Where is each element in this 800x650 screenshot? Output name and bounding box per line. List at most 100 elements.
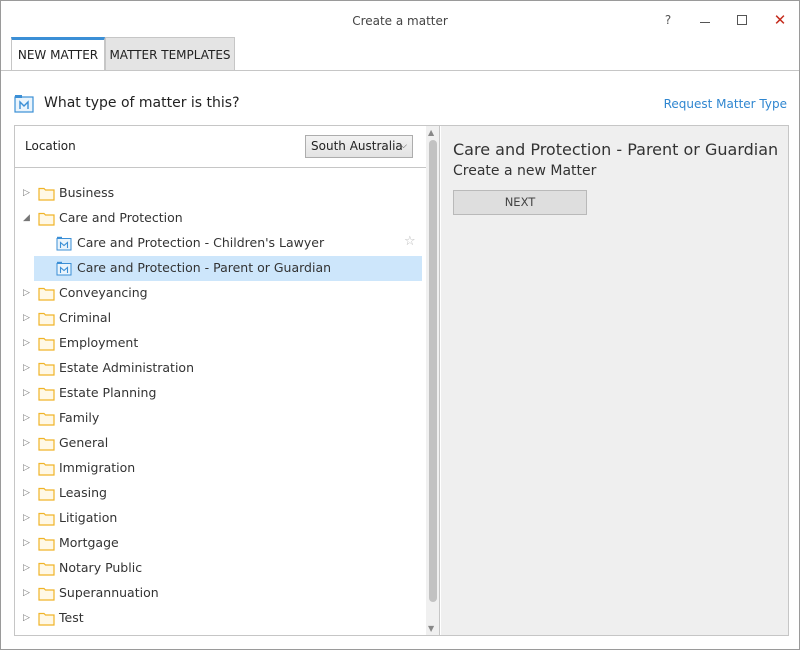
- folder-icon: [38, 386, 55, 401]
- tree-item-label: Superannuation: [59, 585, 159, 600]
- tree-matter-row[interactable]: Care and Protection - Parent or Guardian: [15, 256, 426, 281]
- selected-matter-title: Care and Protection - Parent or Guardian: [453, 140, 779, 159]
- tree-folder-row[interactable]: ▷ Litigation: [15, 506, 426, 531]
- tree-item-label: Estate Administration: [59, 360, 195, 375]
- main-panel: Location South Australia ⌵ ▷ Business ◢ Car…: [14, 125, 789, 636]
- star-icon[interactable]: ☆: [404, 234, 416, 249]
- matter-icon: [56, 236, 72, 251]
- tree-folder-row[interactable]: ▷ General: [15, 431, 426, 456]
- request-matter-type-link[interactable]: Request Matter Type: [664, 97, 787, 111]
- folder-icon: [38, 411, 55, 426]
- tree-folder-row[interactable]: ▷ Criminal: [15, 306, 426, 331]
- folder-icon: [38, 286, 55, 301]
- scroll-down-icon[interactable]: ▼: [428, 624, 434, 633]
- chevron-down-icon: ⌵: [400, 141, 407, 151]
- help-button[interactable]: ?: [656, 9, 680, 31]
- selected-matter-subtitle: Create a new Matter: [453, 163, 597, 179]
- tree-folder-row[interactable]: ▷ Family: [15, 406, 426, 431]
- expand-arrow-icon[interactable]: ▷: [23, 462, 33, 474]
- location-row: Location South Australia ⌵: [15, 126, 426, 168]
- folder-icon: [38, 486, 55, 501]
- folder-icon: [38, 461, 55, 476]
- tab-divider: [1, 70, 799, 71]
- title-bar: Create a matter ? ✕: [1, 1, 799, 37]
- expand-arrow-icon[interactable]: ▷: [23, 287, 33, 299]
- tree-item-label: Criminal: [59, 310, 112, 325]
- maximize-icon: [737, 15, 747, 25]
- matter-tree-panel: Location South Australia ⌵ ▷ Business ◢ Car…: [15, 126, 426, 635]
- close-button[interactable]: ✕: [768, 9, 792, 31]
- location-label: Location: [25, 139, 76, 153]
- tab-new-matter[interactable]: NEW MATTER: [11, 37, 105, 71]
- tree-item-label: Family: [59, 410, 100, 425]
- create-matter-window: Create a matter ? ✕ NEW MATTER MATTER TE…: [0, 0, 800, 650]
- expand-arrow-icon[interactable]: ▷: [23, 362, 33, 374]
- tree-folder-row[interactable]: ▷ Business: [15, 181, 426, 206]
- tab-matter-templates[interactable]: MATTER TEMPLATES: [105, 37, 235, 71]
- tree-item-label: Leasing: [59, 485, 107, 500]
- folder-icon: [38, 186, 55, 201]
- matter-icon: [56, 261, 72, 276]
- folder-icon: [38, 311, 55, 326]
- expand-arrow-icon[interactable]: ▷: [23, 387, 33, 399]
- folder-icon: [38, 611, 55, 626]
- tree-item-label: Care and Protection: [59, 210, 183, 225]
- matter-type-icon: [14, 95, 34, 113]
- expand-arrow-icon[interactable]: ▷: [23, 562, 33, 574]
- folder-icon: [38, 436, 55, 451]
- minimize-button[interactable]: [693, 9, 717, 31]
- expand-arrow-icon[interactable]: ▷: [23, 512, 33, 524]
- tree-folder-row[interactable]: ▷ Test: [15, 606, 426, 631]
- tree-item-label: Conveyancing: [59, 285, 148, 300]
- expand-arrow-icon[interactable]: ▷: [23, 312, 33, 324]
- folder-icon: [38, 561, 55, 576]
- matter-type-tree: ▷ Business ◢ Care and Protection Care and Pr…: [15, 181, 426, 631]
- tree-folder-row[interactable]: ▷ Mortgage: [15, 531, 426, 556]
- tree-folder-row[interactable]: ▷ Conveyancing: [15, 281, 426, 306]
- tree-matter-row[interactable]: Care and Protection - Children's Lawyer ☆: [15, 231, 426, 256]
- location-selected-value: South Australia: [311, 139, 403, 153]
- tree-item-label: Test: [59, 610, 84, 625]
- tree-item-label: Business: [59, 185, 115, 200]
- folder-icon: [38, 336, 55, 351]
- expand-arrow-icon[interactable]: ▷: [23, 537, 33, 549]
- next-button[interactable]: NEXT: [453, 190, 587, 215]
- tree-item-label: Litigation: [59, 510, 118, 525]
- tree-item-label: Estate Planning: [59, 385, 157, 400]
- tree-scrollbar[interactable]: ▲ ▼: [426, 126, 440, 635]
- expand-arrow-icon[interactable]: ▷: [23, 412, 33, 424]
- expand-arrow-icon[interactable]: ▷: [23, 437, 33, 449]
- maximize-button[interactable]: [730, 9, 754, 31]
- matter-details-panel: Care and Protection - Parent or Guardian…: [441, 126, 788, 635]
- tree-folder-row[interactable]: ▷ Estate Planning: [15, 381, 426, 406]
- expand-arrow-icon[interactable]: ▷: [23, 187, 33, 199]
- tree-folder-row[interactable]: ▷ Notary Public: [15, 556, 426, 581]
- minimize-icon: [700, 22, 710, 23]
- tree-item-label: Employment: [59, 335, 139, 350]
- tree-folder-row[interactable]: ▷ Estate Administration: [15, 356, 426, 381]
- scroll-up-icon[interactable]: ▲: [428, 128, 434, 137]
- folder-icon: [38, 511, 55, 526]
- expand-arrow-icon[interactable]: ▷: [23, 487, 33, 499]
- expand-arrow-icon[interactable]: ▷: [23, 587, 33, 599]
- folder-icon: [38, 586, 55, 601]
- scroll-thumb[interactable]: [429, 140, 437, 602]
- tree-folder-row[interactable]: ▷ Immigration: [15, 456, 426, 481]
- question-heading: What type of matter is this?: [44, 95, 240, 111]
- tree-item-label: Care and Protection - Parent or Guardian: [77, 260, 332, 275]
- folder-icon: [38, 536, 55, 551]
- folder-icon: [38, 361, 55, 376]
- tree-item-label: Notary Public: [59, 560, 143, 575]
- expand-arrow-icon[interactable]: ▷: [23, 612, 33, 624]
- tree-item-label: General: [59, 435, 109, 450]
- tree-folder-row[interactable]: ▷ Employment: [15, 331, 426, 356]
- tree-item-label: Immigration: [59, 460, 136, 475]
- folder-icon: [38, 211, 55, 226]
- tree-folder-row[interactable]: ▷ Superannuation: [15, 581, 426, 606]
- tree-folder-row[interactable]: ◢ Care and Protection: [15, 206, 426, 231]
- collapse-arrow-icon[interactable]: ◢: [23, 212, 33, 224]
- tree-item-label: Care and Protection - Children's Lawyer: [77, 235, 325, 250]
- location-select[interactable]: South Australia ⌵: [305, 135, 413, 158]
- expand-arrow-icon[interactable]: ▷: [23, 337, 33, 349]
- tree-folder-row[interactable]: ▷ Leasing: [15, 481, 426, 506]
